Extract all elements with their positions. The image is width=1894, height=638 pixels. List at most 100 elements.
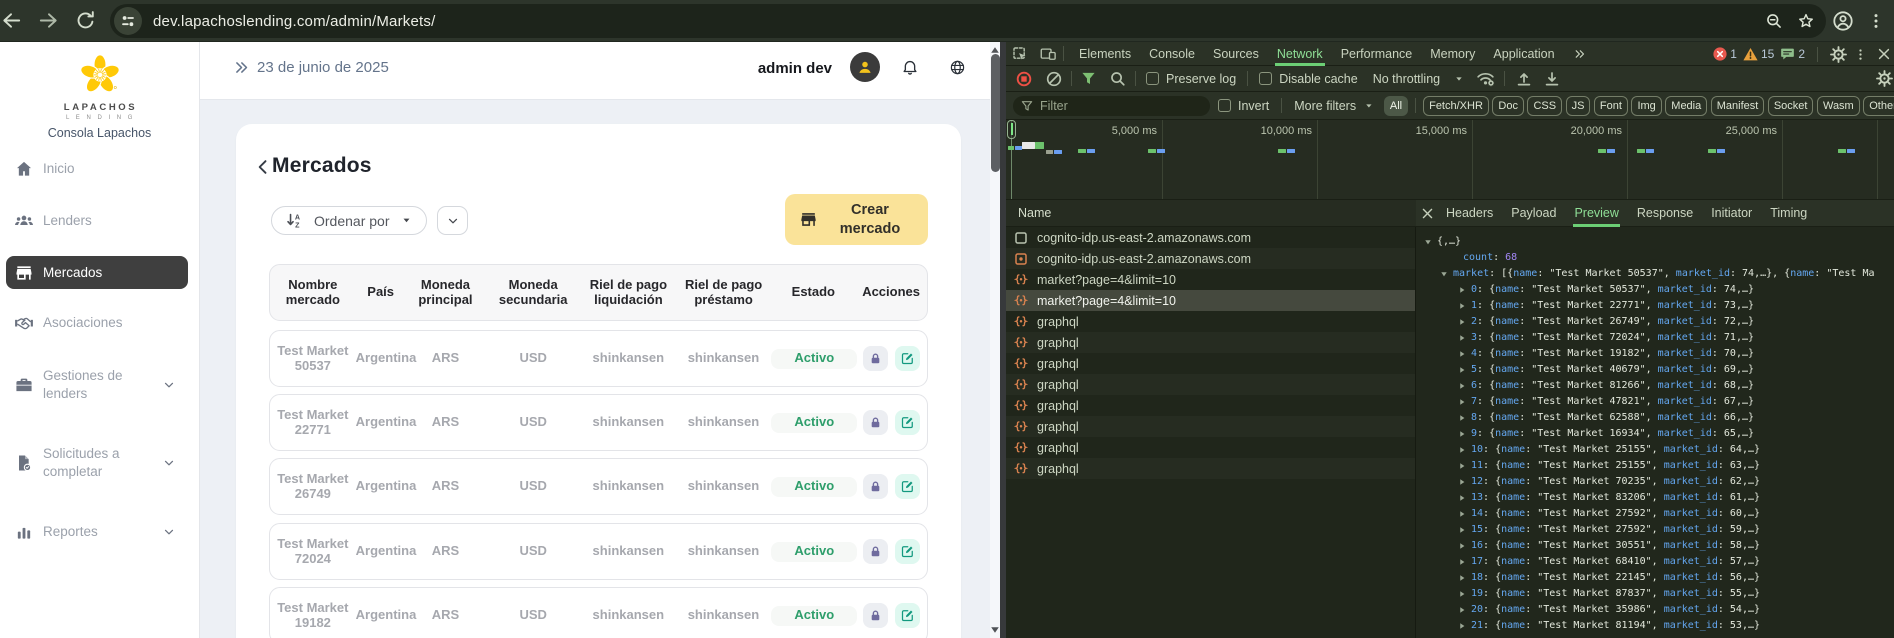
table-row[interactable]: Test Market72024ArgentinaARSUSDshinkanse… (269, 523, 928, 580)
filter-chip-media[interactable]: Media (1665, 96, 1707, 116)
json-item-17[interactable]: 17: {name: "Test Market 68410", market_i… (1471, 554, 1760, 570)
star-icon[interactable] (1796, 11, 1816, 31)
tree-expand-icon[interactable] (1458, 446, 1466, 454)
json-item-9[interactable]: 9: {name: "Test Market 16934", market_id… (1471, 426, 1754, 442)
site-settings-icon[interactable] (114, 7, 142, 35)
table-row[interactable]: Test Market19182ArgentinaARSUSDshinkanse… (269, 587, 928, 638)
sidebar-expand-icon[interactable] (233, 59, 250, 76)
tree-expand-icon[interactable] (1458, 382, 1466, 390)
json-root[interactable]: {,…} (1437, 234, 1461, 250)
tree-expand-icon[interactable] (1458, 526, 1466, 534)
request-row[interactable]: graphql (1006, 458, 1415, 479)
avatar[interactable] (850, 52, 880, 82)
network-conditions-icon[interactable] (1476, 70, 1495, 87)
filter-chip-img[interactable]: Img (1631, 96, 1661, 116)
globe-icon[interactable] (949, 59, 966, 76)
devtools-tab-network[interactable]: Network (1268, 42, 1332, 66)
filter-chip-wasm[interactable]: Wasm (1817, 96, 1860, 116)
devtools-close-icon[interactable] (1877, 47, 1891, 61)
network-filter-input[interactable]: Filter (1013, 96, 1210, 116)
more-tabs-icon[interactable] (1564, 42, 1596, 66)
edit-button[interactable] (895, 474, 920, 499)
invert-checkbox[interactable] (1218, 99, 1231, 112)
detail-tab-payload[interactable]: Payload (1502, 200, 1565, 227)
filter-chip-js[interactable]: JS (1566, 96, 1591, 116)
filter-chip-fetchxhr[interactable]: Fetch/XHR (1423, 96, 1489, 116)
more-filters-label[interactable]: More filters (1294, 99, 1356, 113)
tree-expand-icon[interactable] (1458, 542, 1466, 550)
json-item-10[interactable]: 10: {name: "Test Market 25155", market_i… (1471, 442, 1760, 458)
detail-tab-timing[interactable]: Timing (1761, 200, 1816, 227)
sidebar-item-gestiones-de-lenders[interactable]: Gestiones delenders (6, 363, 188, 407)
request-row[interactable]: graphql (1006, 332, 1415, 353)
json-item-4[interactable]: 4: {name: "Test Market 19182", market_id… (1471, 346, 1754, 362)
filter-chip-socket[interactable]: Socket (1768, 96, 1814, 116)
preserve-log-label[interactable]: Preserve log (1166, 72, 1236, 86)
filter-chip-all[interactable]: All (1384, 96, 1408, 116)
throttling-caret-icon[interactable] (1454, 74, 1464, 84)
clear-icon[interactable] (1046, 71, 1062, 87)
warning-badge-icon[interactable] (1743, 47, 1758, 61)
devtools-tab-console[interactable]: Console (1140, 42, 1204, 66)
chevron-down-icon[interactable] (162, 378, 176, 392)
json-item-20[interactable]: 20: {name: "Test Market 35986", market_i… (1471, 602, 1760, 618)
record-icon[interactable] (1016, 71, 1032, 87)
chevron-down-icon[interactable] (162, 525, 176, 539)
sidebar-item-mercados[interactable]: Mercados (6, 256, 188, 289)
json-count[interactable]: count: 68 (1463, 250, 1517, 266)
request-row[interactable]: market?page=4&limit=10 (1006, 269, 1415, 290)
sidebar-item-lenders[interactable]: Lenders (6, 205, 188, 238)
device-toolbar-icon[interactable] (1039, 45, 1057, 63)
tree-expand-icon[interactable] (1458, 510, 1466, 518)
json-item-16[interactable]: 16: {name: "Test Market 30551", market_i… (1471, 538, 1760, 554)
filter-chip-css[interactable]: CSS (1527, 96, 1562, 116)
json-market-array[interactable]: market: [{name: "Test Market 50537", mar… (1453, 266, 1875, 282)
devtools-menu-icon[interactable] (1853, 47, 1868, 62)
issues-count[interactable]: 2 (1798, 47, 1805, 61)
page-scrollbar[interactable] (990, 42, 1000, 638)
json-item-8[interactable]: 8: {name: "Test Market 62588", market_id… (1471, 410, 1754, 426)
json-item-18[interactable]: 18: {name: "Test Market 22145", market_i… (1471, 570, 1760, 586)
request-row[interactable]: market?page=4&limit=10 (1006, 290, 1415, 311)
edit-button[interactable] (895, 539, 920, 564)
request-row[interactable]: graphql (1006, 395, 1415, 416)
json-item-15[interactable]: 15: {name: "Test Market 27592", market_i… (1471, 522, 1760, 538)
tree-expand-icon[interactable] (1458, 414, 1466, 422)
chevron-down-icon[interactable] (162, 456, 176, 470)
detail-tab-headers[interactable]: Headers (1437, 200, 1502, 227)
bell-icon[interactable] (901, 58, 919, 76)
filter-chip-font[interactable]: Font (1594, 96, 1628, 116)
filter-funnel-icon[interactable] (1081, 71, 1096, 86)
tree-expand-icon[interactable] (1458, 302, 1466, 310)
tree-expand-icon[interactable] (1458, 622, 1466, 630)
edit-button[interactable] (895, 410, 920, 435)
json-item-0[interactable]: 0: {name: "Test Market 50537", market_id… (1471, 282, 1754, 298)
request-row[interactable]: graphql (1006, 374, 1415, 395)
sidebar-item-reportes[interactable]: Reportes (6, 516, 188, 549)
url-text[interactable]: dev.lapachoslending.com/admin/Markets/ (153, 13, 435, 30)
tree-expand-icon[interactable] (1458, 590, 1466, 598)
tree-expand-icon[interactable] (1458, 574, 1466, 582)
import-har-icon[interactable] (1516, 71, 1532, 87)
tree-collapse-icon[interactable] (1424, 238, 1432, 246)
throttling-select[interactable]: No throttling (1373, 72, 1440, 86)
json-item-14[interactable]: 14: {name: "Test Market 27592", market_i… (1471, 506, 1760, 522)
invert-label[interactable]: Invert (1238, 99, 1269, 113)
forward-icon[interactable] (37, 9, 60, 32)
devtools-tab-elements[interactable]: Elements (1070, 42, 1140, 66)
request-row[interactable]: cognito-idp.us-east-2.amazonaws.com (1006, 248, 1415, 269)
lock-button[interactable] (863, 474, 888, 499)
tree-expand-icon[interactable] (1458, 286, 1466, 294)
json-item-5[interactable]: 5: {name: "Test Market 40679", market_id… (1471, 362, 1754, 378)
json-item-12[interactable]: 12: {name: "Test Market 70235", market_i… (1471, 474, 1760, 490)
detail-tab-response[interactable]: Response (1628, 200, 1702, 227)
tree-expand-icon[interactable] (1458, 334, 1466, 342)
tree-expand-icon[interactable] (1458, 350, 1466, 358)
request-row[interactable]: graphql (1006, 416, 1415, 437)
profile-icon[interactable] (1831, 9, 1855, 33)
warning-count[interactable]: 15 (1761, 47, 1774, 61)
disable-cache-label[interactable]: Disable cache (1279, 72, 1358, 86)
tree-expand-icon[interactable] (1458, 478, 1466, 486)
tree-collapse-icon[interactable] (1440, 270, 1448, 278)
lock-button[interactable] (863, 410, 888, 435)
